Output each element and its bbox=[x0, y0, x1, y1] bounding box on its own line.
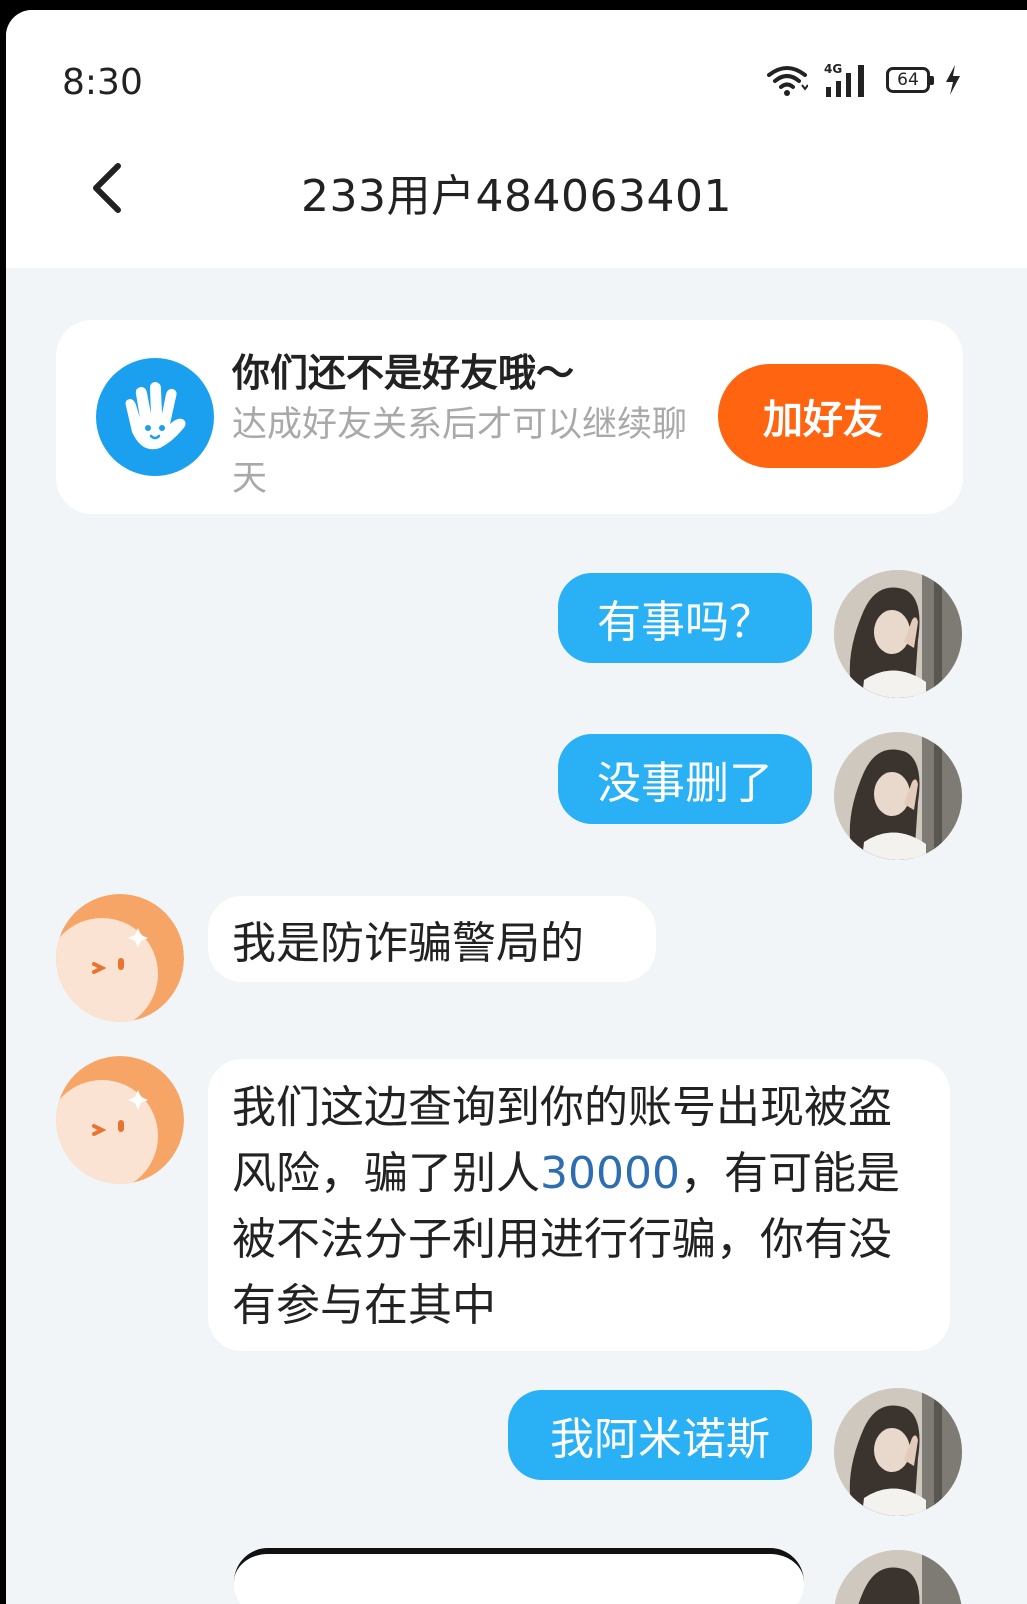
contact-avatar[interactable] bbox=[56, 894, 184, 1022]
amount-value: 30000 bbox=[540, 1148, 680, 1199]
network-type-label: 4G bbox=[824, 62, 842, 76]
waving-hand-icon bbox=[96, 358, 214, 476]
user-avatar[interactable] bbox=[834, 570, 962, 698]
top-bar: 8:30 4G 64 233用户484063401 bbox=[6, 10, 1027, 268]
status-icons: 4G 64 bbox=[766, 58, 962, 102]
contact-avatar[interactable] bbox=[56, 1056, 184, 1184]
friend-request-banner: 你们还不是好友哦～ 达成好友关系后才可以继续聊天 加好友 bbox=[56, 320, 963, 514]
user-avatar-partial[interactable] bbox=[834, 1550, 962, 1604]
status-time: 8:30 bbox=[62, 62, 143, 103]
wifi-icon bbox=[767, 66, 808, 96]
page-title: 233用户484063401 bbox=[301, 171, 732, 222]
user-avatar[interactable] bbox=[834, 732, 962, 860]
message-bubble-outgoing[interactable]: 有事吗？ bbox=[558, 573, 812, 663]
user-avatar[interactable] bbox=[834, 1388, 962, 1516]
battery-icon: 64 bbox=[886, 67, 934, 93]
charging-icon bbox=[946, 65, 960, 95]
signal-icon: 4G bbox=[824, 62, 864, 97]
add-friend-button[interactable]: 加好友 bbox=[718, 364, 928, 468]
message-bubble-partial[interactable] bbox=[234, 1548, 804, 1604]
banner-title: 你们还不是好友哦～ bbox=[232, 351, 575, 395]
message-bubble-incoming[interactable]: 我们这边查询到你的账号出现被盗风险，骗了别人30000，有可能是被不法分子利用进… bbox=[208, 1059, 950, 1351]
banner-subtitle: 达成好友关系后才可以继续聊天 bbox=[232, 405, 688, 499]
battery-level: 64 bbox=[897, 70, 919, 90]
message-bubble-outgoing[interactable]: 我阿米诺斯 bbox=[508, 1390, 812, 1480]
message-bubble-incoming[interactable]: 我是防诈骗警局的 bbox=[208, 896, 656, 982]
message-bubble-outgoing[interactable]: 没事删了 bbox=[558, 734, 812, 824]
chat-screen: 8:30 4G 64 233用户484063401 你们还不是好友哦～ 达成好友… bbox=[6, 10, 1027, 1604]
